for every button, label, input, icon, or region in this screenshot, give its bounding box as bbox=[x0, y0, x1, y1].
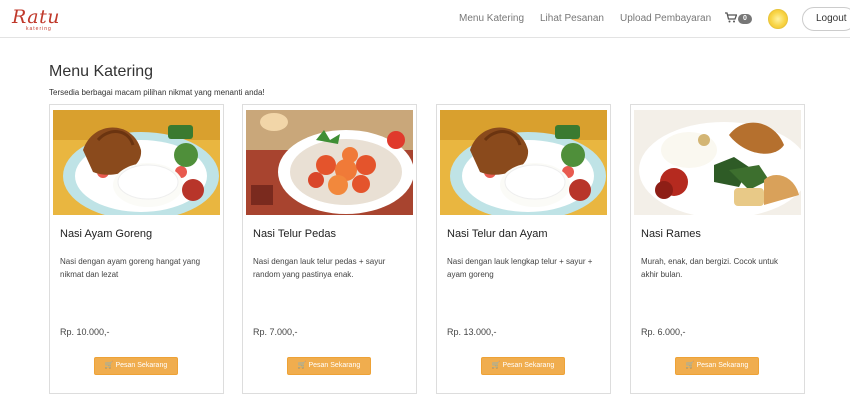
card-description: Nasi dengan lauk telur pedas + sayur ran… bbox=[253, 257, 386, 279]
card-title: Nasi Telur Pedas bbox=[253, 228, 336, 240]
navbar: Ratu katering Menu Katering Lihat Pesana… bbox=[0, 0, 850, 38]
order-button[interactable]: 🛒 Pesan Sekarang bbox=[287, 357, 371, 375]
order-button-label: Pesan Sekarang bbox=[502, 362, 555, 369]
nav-lihat-pesanan[interactable]: Lihat Pesanan bbox=[540, 13, 604, 24]
food-image bbox=[440, 110, 607, 215]
cart-icon: 🛒 bbox=[297, 362, 307, 369]
card-title: Nasi Telur dan Ayam bbox=[447, 228, 548, 240]
page-title: Menu Katering bbox=[49, 63, 154, 80]
brand-logo[interactable]: Ratu katering bbox=[12, 6, 62, 32]
card-price: Rp. 13.000,- bbox=[447, 327, 497, 337]
card-description: Nasi dengan ayam goreng hangat yang nikm… bbox=[60, 257, 201, 279]
card-title: Nasi Rames bbox=[641, 228, 701, 240]
card-price: Rp. 10.000,- bbox=[60, 327, 110, 337]
nav-upload-pembayaran[interactable]: Upload Pembayaran bbox=[620, 13, 711, 24]
menu-card: Nasi Ayam Goreng Nasi dengan ayam goreng… bbox=[49, 104, 224, 394]
cart-icon: 🛒 bbox=[491, 362, 501, 369]
page-subtitle: Tersedia berbagai macam pilihan nikmat y… bbox=[49, 88, 265, 97]
card-price: Rp. 6.000,- bbox=[641, 327, 686, 337]
order-button[interactable]: 🛒 Pesan Sekarang bbox=[481, 357, 565, 375]
card-description: Nasi dengan lauk lengkap telur + sayur +… bbox=[447, 257, 593, 279]
cart-count-badge: 0 bbox=[738, 14, 752, 24]
card-description: Murah, enak, dan bergizi. Cocok untuk ak… bbox=[641, 257, 778, 279]
cart-icon bbox=[725, 12, 738, 27]
cart-icon: 🛒 bbox=[685, 362, 695, 369]
cart-button[interactable]: 0 bbox=[725, 12, 755, 26]
cart-icon: 🛒 bbox=[104, 362, 114, 369]
brand-subtitle: katering bbox=[26, 26, 52, 32]
food-image bbox=[634, 110, 801, 215]
brand-name: Ratu bbox=[12, 6, 60, 28]
menu-card: Nasi Telur Pedas Nasi dengan lauk telur … bbox=[242, 104, 417, 394]
order-button[interactable]: 🛒 Pesan Sekarang bbox=[675, 357, 759, 375]
menu-card: Nasi Rames Murah, enak, dan bergizi. Coc… bbox=[630, 104, 805, 394]
food-image bbox=[246, 110, 413, 215]
order-button[interactable]: 🛒 Pesan Sekarang bbox=[94, 357, 178, 375]
menu-card: Nasi Telur dan Ayam Nasi dengan lauk len… bbox=[436, 104, 611, 394]
card-title: Nasi Ayam Goreng bbox=[60, 228, 153, 240]
nav-menu-katering[interactable]: Menu Katering bbox=[459, 13, 524, 24]
avatar[interactable] bbox=[768, 9, 788, 29]
order-button-label: Pesan Sekarang bbox=[696, 362, 749, 369]
logout-button[interactable]: Logout bbox=[802, 7, 850, 31]
food-image bbox=[53, 110, 220, 215]
order-button-label: Pesan Sekarang bbox=[115, 362, 168, 369]
order-button-label: Pesan Sekarang bbox=[308, 362, 361, 369]
card-price: Rp. 7.000,- bbox=[253, 327, 298, 337]
